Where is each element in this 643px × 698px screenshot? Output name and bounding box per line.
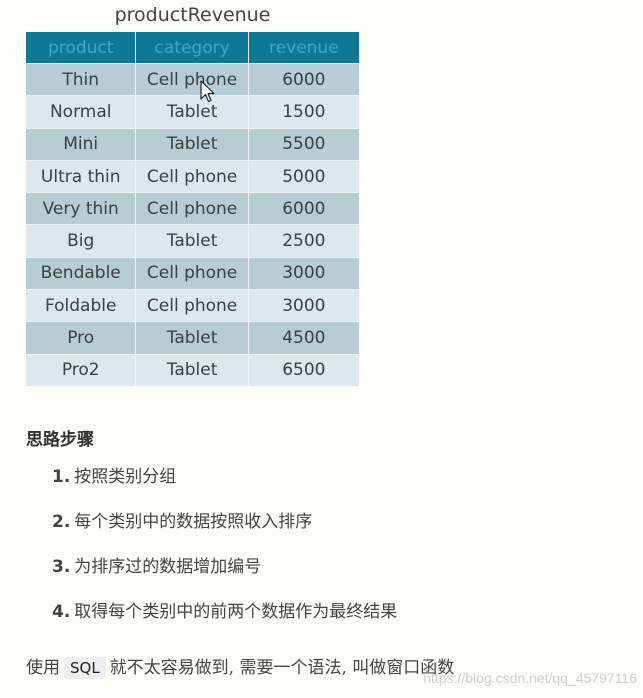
mouse-cursor-icon [200, 80, 215, 103]
cell-revenue: 5000 [248, 159, 359, 193]
step-text: 按照类别分组 [74, 467, 177, 487]
cell-product: Thin [26, 63, 137, 96]
cell-category: Cell phone [136, 192, 249, 225]
cell-product: Foldable [26, 289, 137, 322]
table-row: Thin Cell phone 6000 [26, 63, 359, 96]
cell-revenue: 4500 [248, 321, 359, 354]
step-item: 3. 为排序过的数据增加编号 [52, 552, 397, 597]
cell-product: Normal [26, 95, 137, 128]
step-number: 2. [52, 512, 71, 532]
step-text: 为排序过的数据增加编号 [74, 557, 262, 577]
table-row: Ultra thin Cell phone 5000 [26, 159, 359, 193]
note-text-before: 使用 [26, 658, 60, 678]
cell-revenue: 6500 [248, 353, 359, 386]
cell-category: Cell phone [136, 63, 249, 96]
cell-category: Cell phone [136, 289, 249, 322]
column-header-category: category [136, 32, 249, 63]
cell-category: Tablet [136, 127, 249, 160]
table-row: Foldable Cell phone 3000 [26, 289, 359, 322]
cell-product: Pro2 [26, 353, 137, 386]
step-item: 4. 取得每个类别中的前两个数据作为最终结果 [52, 597, 397, 642]
step-text: 取得每个类别中的前两个数据作为最终结果 [74, 602, 398, 622]
inline-code-sql: SQL [64, 657, 106, 679]
step-item: 2. 每个类别中的数据按照收入排序 [52, 507, 397, 552]
table-row: Pro2 Tablet 6500 [26, 353, 359, 386]
cell-category: Tablet [136, 95, 249, 128]
cell-revenue: 6000 [248, 192, 359, 225]
cell-product: Pro [26, 321, 137, 354]
table-row: Very thin Cell phone 6000 [26, 192, 359, 225]
table-row: Big Tablet 2500 [26, 224, 359, 257]
step-text: 每个类别中的数据按照收入排序 [74, 512, 313, 532]
cell-category: Cell phone [136, 159, 249, 193]
steps-list: 1. 按照类别分组 2. 每个类别中的数据按照收入排序 3. 为排序过的数据增加编号 … [52, 462, 397, 642]
cell-product: Bendable [26, 256, 137, 290]
cell-revenue: 5500 [248, 127, 359, 160]
cell-product: Big [26, 224, 137, 257]
column-header-revenue: revenue [248, 32, 359, 63]
cell-product: Very thin [26, 192, 137, 225]
cell-revenue: 1500 [248, 95, 359, 128]
table-row: Mini Tablet 5500 [26, 127, 359, 160]
cell-category: Tablet [136, 353, 249, 386]
cell-revenue: 3000 [248, 289, 359, 322]
table-header-row: product category revenue [26, 32, 359, 63]
cell-revenue: 6000 [248, 63, 359, 96]
cell-category: Cell phone [136, 256, 249, 290]
step-item: 1. 按照类别分组 [52, 462, 397, 507]
cell-revenue: 3000 [248, 256, 359, 290]
step-number: 3. [52, 557, 71, 577]
product-revenue-table: product category revenue Thin Cell phone 6… [26, 32, 359, 386]
column-header-product: product [26, 32, 137, 63]
step-number: 4. [52, 602, 71, 622]
note-text-after: 就不太容易做到, 需要一个语法, 叫做窗口函数 [109, 658, 455, 678]
cell-revenue: 2500 [248, 224, 359, 257]
table-title: productRevenue [114, 4, 271, 26]
cell-category: Tablet [136, 224, 249, 257]
cell-category: Tablet [136, 321, 249, 354]
table-row: Normal Tablet 1500 [26, 95, 359, 128]
note-paragraph: 使用 SQL 就不太容易做到, 需要一个语法, 叫做窗口函数 [26, 653, 455, 679]
table-row: Pro Tablet 4500 [26, 321, 359, 354]
table-row: Bendable Cell phone 3000 [26, 256, 359, 290]
cell-product: Mini [26, 127, 137, 160]
steps-heading: 思路步骤 [26, 430, 94, 450]
step-number: 1. [52, 467, 71, 487]
cell-product: Ultra thin [26, 159, 137, 193]
watermark: https://blog.csdn.net/qq_45797116 [423, 670, 637, 686]
